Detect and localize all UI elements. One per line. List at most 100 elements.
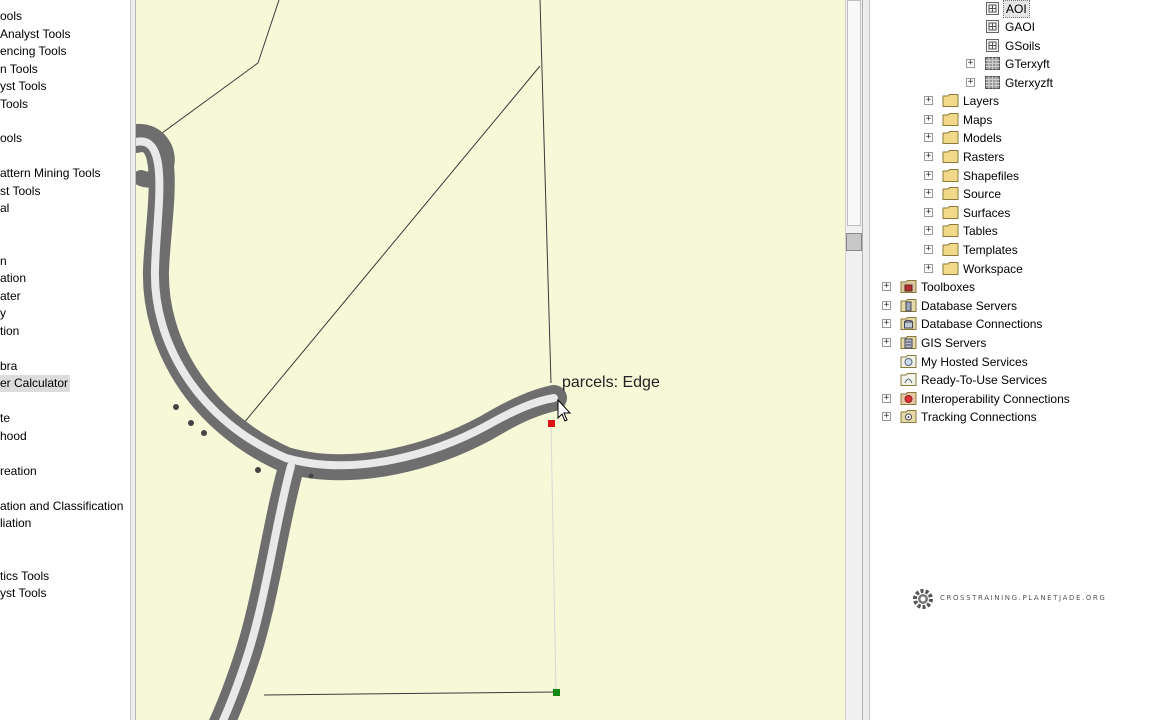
catalog-node-tables[interactable]: + Tables — [924, 222, 1154, 240]
interop-connection-icon — [900, 391, 917, 406]
expand-plus-icon[interactable]: + — [882, 338, 891, 347]
catalog-node-gaoi[interactable]: GAOI — [966, 18, 1154, 36]
catalog-node-label: Toolboxes — [921, 280, 976, 294]
toolbox-item[interactable]: te — [0, 410, 12, 427]
folder-icon — [942, 242, 959, 257]
expand-plus-icon[interactable]: + — [924, 189, 933, 198]
expand-plus-icon[interactable]: + — [924, 171, 933, 180]
catalog-node-source[interactable]: + Source — [924, 185, 1154, 203]
toolbox-item[interactable]: encing Tools — [0, 43, 69, 60]
right-panel-splitter[interactable] — [862, 0, 870, 720]
catalog-node-models[interactable]: + Models — [924, 129, 1154, 147]
catalog-node-surfaces[interactable]: + Surfaces — [924, 204, 1154, 222]
expand-plus-icon[interactable]: + — [924, 264, 933, 273]
catalog-node-templates[interactable]: + Templates — [924, 241, 1154, 259]
map-view[interactable]: parcels: Edge — [136, 0, 845, 720]
map-canvas[interactable] — [136, 0, 845, 720]
catalog-node-gsoils[interactable]: GSoils — [966, 37, 1154, 55]
toolbox-item[interactable]: ater — [0, 288, 23, 305]
toolbox-item[interactable]: attern Mining Tools — [0, 165, 103, 182]
grid-raster-icon — [984, 56, 1001, 71]
toolbox-item[interactable]: hood — [0, 428, 29, 445]
catalog-node-label: Rasters — [963, 150, 1005, 164]
toolbox-item[interactable]: yst Tools — [0, 585, 48, 602]
expand-plus-icon[interactable]: + — [882, 394, 891, 403]
ready-services-icon — [900, 372, 917, 387]
folder-icon — [942, 205, 959, 220]
toolbox-item[interactable]: tion — [0, 323, 21, 340]
catalog-node-database-connections[interactable]: + Database Connections — [882, 315, 1154, 333]
catalog-node-label: Maps — [963, 113, 993, 127]
watermark-text: CROSSTRAINING.PLANETJADE.ORG — [940, 594, 1107, 602]
catalog-node-ready-to-use-services[interactable]: Ready-To-Use Services — [882, 371, 1154, 389]
catalog-node-aoi[interactable]: AOI — [966, 0, 1154, 18]
expand-plus-icon[interactable]: + — [882, 412, 891, 421]
catalog-node-label: Layers — [963, 94, 1000, 108]
toolbox-item[interactable]: ools — [0, 130, 24, 147]
expand-plus-icon[interactable]: + — [882, 301, 891, 310]
expand-plus-icon[interactable]: + — [924, 152, 933, 161]
catalog-node-gterxyft[interactable]: + GTerxyft — [966, 55, 1154, 73]
folder-icon — [942, 168, 959, 183]
toolbox-item[interactable]: al — [0, 200, 11, 217]
catalog-node-shapefiles[interactable]: + Shapefiles — [924, 167, 1154, 185]
parcel-line-vertical — [539, 0, 552, 384]
expand-plus-icon[interactable]: + — [882, 282, 891, 291]
snap-tip-label: parcels: Edge — [562, 374, 660, 391]
toolbox-item[interactable]: Analyst Tools — [0, 26, 72, 43]
catalog-node-maps[interactable]: + Maps — [924, 111, 1154, 129]
parcel-line-diagonal — [237, 65, 541, 431]
catalog-node-database-servers[interactable]: + Database Servers — [882, 297, 1154, 315]
catalog-node-my-hosted-services[interactable]: My Hosted Services — [882, 353, 1154, 371]
parcel-line-bottom — [263, 691, 557, 696]
map-vertical-scrollbar[interactable] — [845, 0, 862, 720]
scrollbar-thumb[interactable] — [846, 233, 862, 251]
catalog-node-label: Workspace — [963, 262, 1023, 276]
toolbox-item[interactable]: Tools — [0, 96, 30, 113]
toolbox-item[interactable]: ation — [0, 270, 28, 287]
raster-dataset-icon — [984, 38, 1001, 53]
toolbox-item[interactable]: bra — [0, 358, 19, 375]
expand-plus-icon[interactable]: + — [924, 133, 933, 142]
catalog-node-interoperability-connections[interactable]: + Interoperability Connections — [882, 390, 1154, 408]
expand-plus-icon[interactable]: + — [924, 226, 933, 235]
catalog-node-gis-servers[interactable]: + GIS Servers — [882, 334, 1154, 352]
toolbox-item[interactable]: yst Tools — [0, 78, 48, 95]
catalog-node-label: GIS Servers — [921, 336, 987, 350]
toolbox-item[interactable]: liation — [0, 515, 33, 532]
sketch-vertex-end[interactable] — [553, 689, 560, 696]
toolbox-item[interactable]: y — [0, 305, 8, 322]
catalog-node-tracking-connections[interactable]: + Tracking Connections — [882, 408, 1154, 426]
expand-plus-icon[interactable]: + — [924, 245, 933, 254]
toolbox-item[interactable]: n Tools — [0, 61, 40, 78]
tracking-connection-icon — [900, 409, 917, 424]
toolbox-item[interactable]: er Calculator — [0, 375, 71, 392]
catalog-node-workspace[interactable]: + Workspace — [924, 260, 1154, 278]
expand-plus-icon[interactable]: + — [966, 59, 975, 68]
parcel-line-upper-left — [157, 0, 280, 137]
toolbox-folder-icon — [900, 279, 917, 294]
expand-plus-icon[interactable]: + — [882, 319, 891, 328]
catalog-node-gterxyzft[interactable]: + Gterxyzft — [966, 74, 1154, 92]
catalog-node-label: Tables — [963, 224, 998, 238]
toolbox-item[interactable]: n — [0, 253, 9, 270]
catalog-node-layers[interactable]: + Layers — [924, 92, 1154, 110]
toolbox-item[interactable]: tics Tools — [0, 568, 51, 585]
expand-plus-icon[interactable]: + — [924, 96, 933, 105]
toolbox-item[interactable]: reation — [0, 463, 39, 480]
catalog-node-rasters[interactable]: + Rasters — [924, 148, 1154, 166]
catalog-node-label: Ready-To-Use Services — [921, 373, 1048, 387]
sketch-segment — [550, 423, 557, 693]
catalog-node-toolboxes[interactable]: + Toolboxes — [882, 278, 1154, 296]
toolbox-item[interactable]: st Tools — [0, 183, 42, 200]
folder-icon — [942, 112, 959, 127]
expand-plus-icon[interactable]: + — [924, 208, 933, 217]
toolbox-item[interactable]: ation and Classification — [0, 498, 125, 515]
expand-plus-icon[interactable]: + — [966, 78, 975, 87]
expand-plus-icon[interactable]: + — [924, 115, 933, 124]
scrollbar-track-upper[interactable] — [847, 0, 861, 226]
grid-raster-icon — [984, 75, 1001, 90]
catalog-node-label: Templates — [963, 243, 1018, 257]
sketch-vertex-start[interactable] — [548, 420, 555, 427]
toolbox-item[interactable]: ools — [0, 8, 24, 25]
